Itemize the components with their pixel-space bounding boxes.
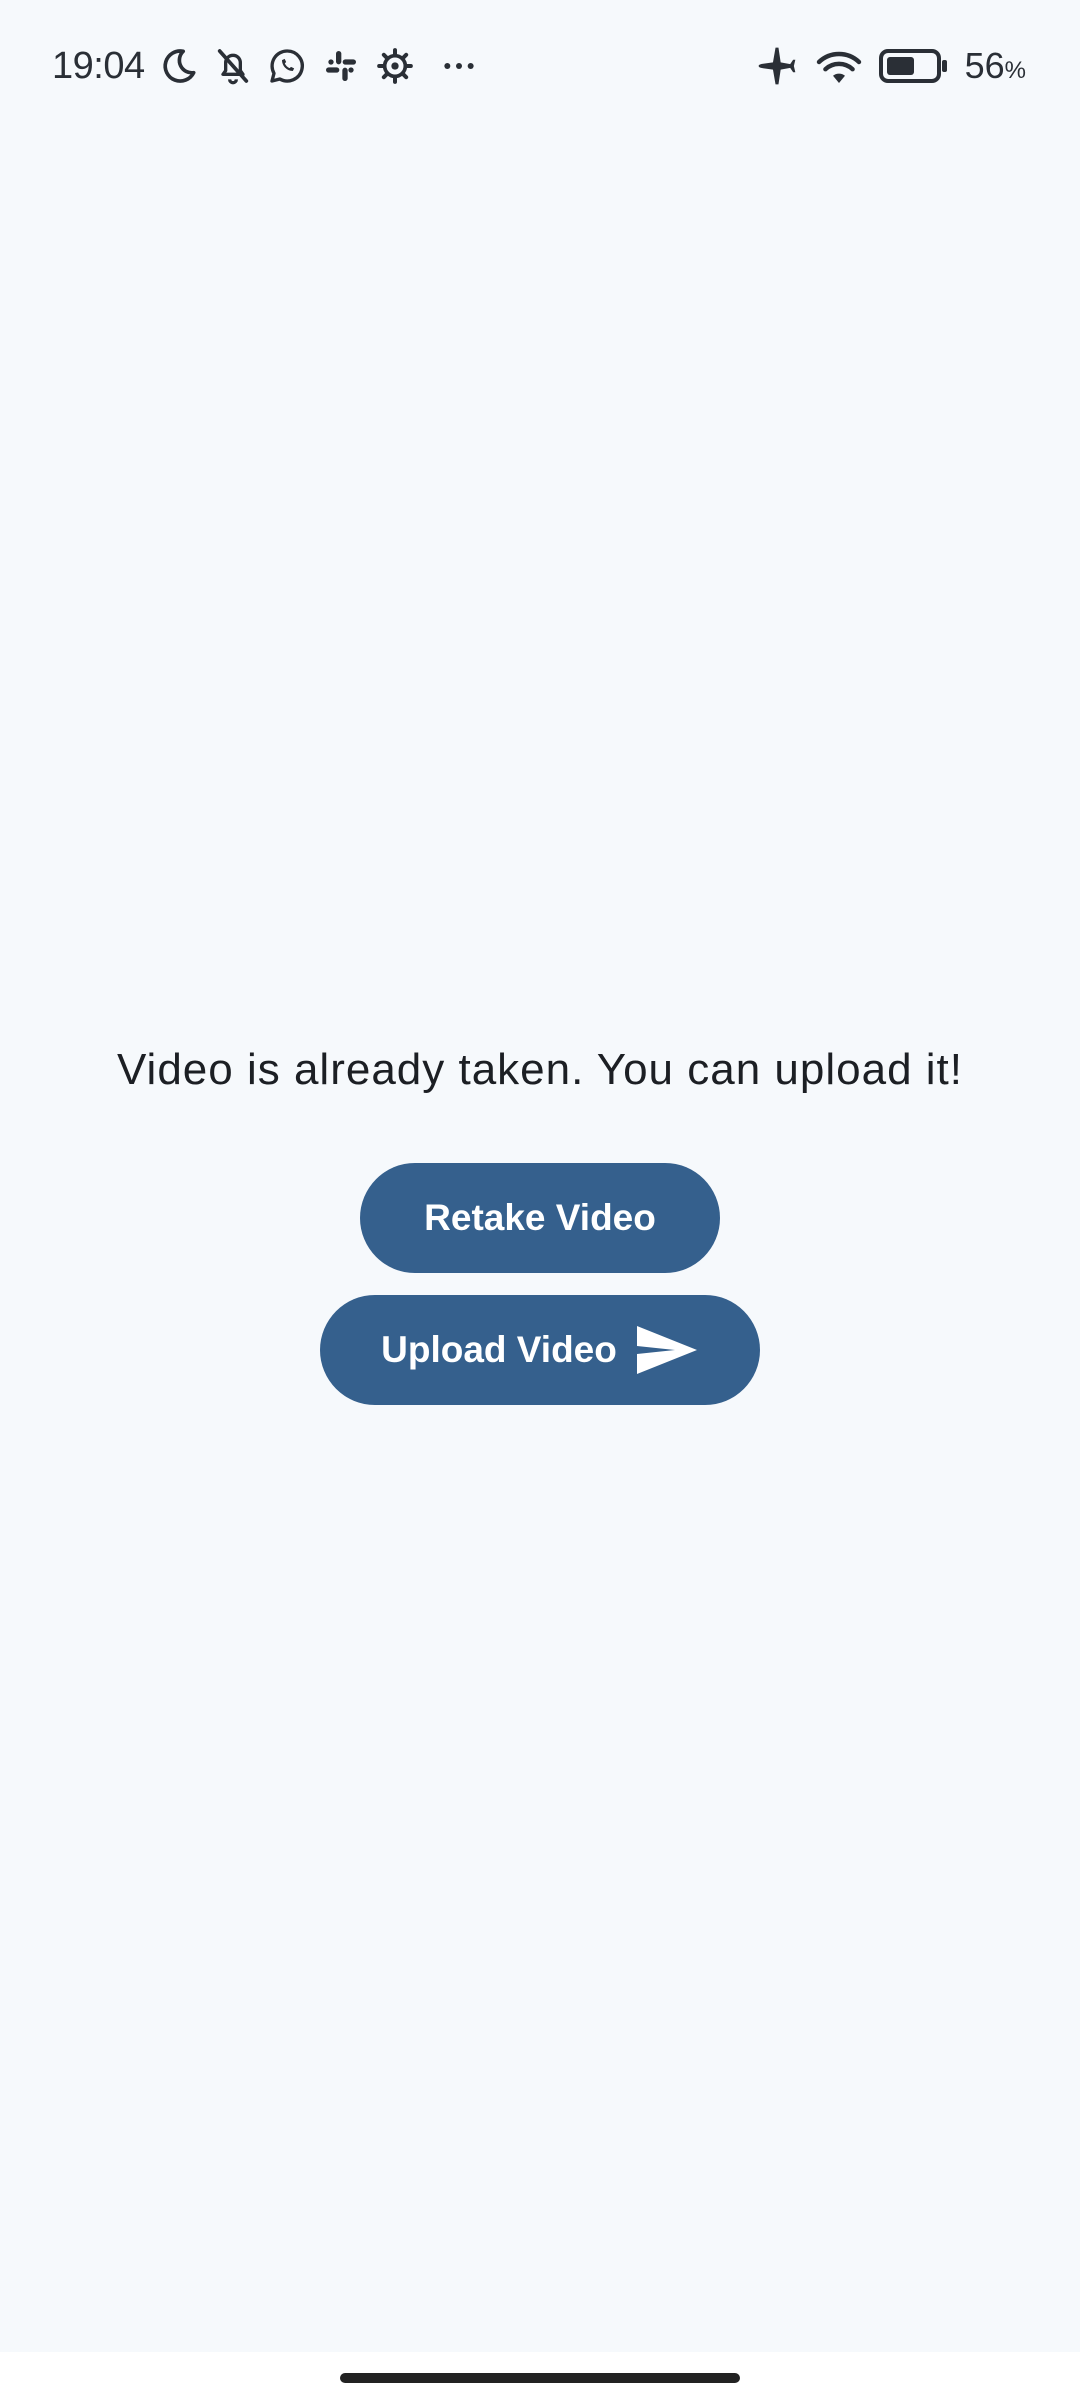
slack-icon [321,46,361,86]
upload-video-label: Upload Video [381,1329,617,1370]
bell-off-icon [213,46,253,86]
whatsapp-icon [267,46,307,86]
upload-video-button[interactable]: Upload Video [320,1295,760,1405]
wifi-icon [815,44,863,88]
airplane-icon [755,44,799,88]
screen: 19:04 56% Video is already taken. You ca… [0,0,1080,2400]
send-icon [635,1324,699,1376]
status-message: Video is already taken. You can upload i… [116,1045,963,1094]
moon-icon [159,46,199,86]
battery-unit: % [1004,57,1026,84]
battery-icon [878,46,949,86]
home-indicator[interactable] [340,2373,740,2383]
status-right: 56% [755,42,1026,90]
status-left: 19:04 [52,42,479,90]
status-time: 19:04 [52,44,145,87]
retake-video-button[interactable]: Retake Video [360,1163,720,1273]
more-dots-icon [439,46,479,86]
battery-level: 56 [964,45,1005,86]
battery-percentage: 56% [965,45,1026,87]
retake-video-label: Retake Video [424,1197,656,1238]
status-bar: 19:04 56% [0,0,1080,130]
gear-icon [375,46,415,86]
